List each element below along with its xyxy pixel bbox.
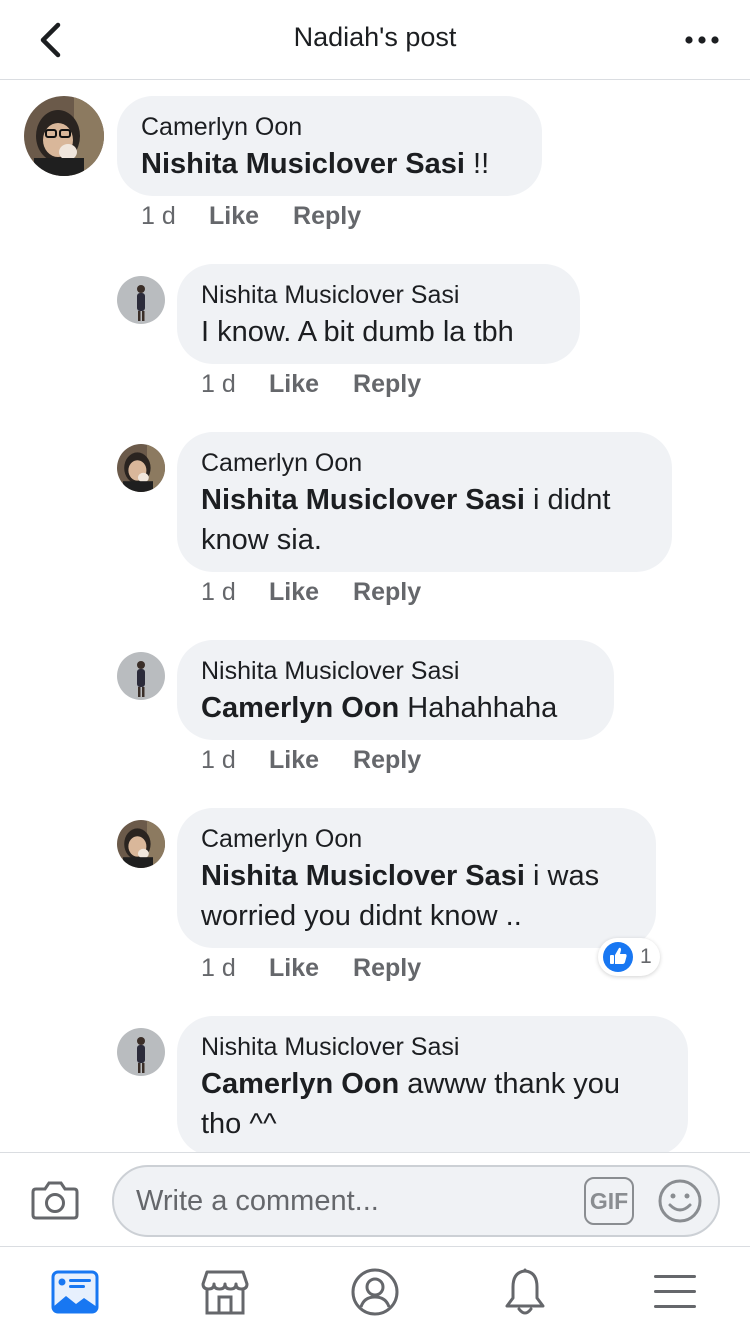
menu-icon xyxy=(654,1275,696,1308)
avatar[interactable] xyxy=(117,444,165,492)
standing-avatar-icon xyxy=(117,1028,165,1076)
avatar[interactable] xyxy=(117,820,165,868)
tab-news-feed[interactable] xyxy=(48,1265,102,1319)
comment-text: Nishita Musiclover Sasi i was worried yo… xyxy=(201,860,600,932)
like-button[interactable]: Like xyxy=(269,954,319,983)
tab-profile[interactable] xyxy=(348,1265,402,1319)
reply-button[interactable]: Reply xyxy=(353,746,421,775)
mention-link[interactable]: Nishita Musiclover Sasi xyxy=(141,148,465,180)
comment-bubble[interactable]: Camerlyn Oon Nishita Musiclover Sasi i w… xyxy=(177,808,656,948)
news-feed-icon xyxy=(51,1270,99,1314)
avatar[interactable] xyxy=(24,96,104,176)
comment-bubble[interactable]: Nishita Musiclover Sasi Camerlyn Oon Hah… xyxy=(177,640,614,740)
comment-time: 1 d xyxy=(201,578,236,606)
comment-bubble[interactable]: Nishita Musiclover Sasi I know. A bit du… xyxy=(177,264,580,364)
avatar[interactable] xyxy=(117,276,165,324)
bottom-tab-bar xyxy=(0,1246,750,1334)
comment-bubble[interactable]: Camerlyn Oon Nishita Musiclover Sasi !! xyxy=(117,96,542,196)
more-icon xyxy=(685,36,719,44)
girl-avatar-icon xyxy=(117,820,165,868)
comment-composer: GIF xyxy=(0,1152,750,1246)
mention-link[interactable]: Nishita Musiclover Sasi xyxy=(201,484,525,516)
thumbs-up-icon xyxy=(603,942,633,972)
comment-actions: 1 d Like Reply xyxy=(201,578,455,607)
top-bar: Nadiah's post xyxy=(0,0,750,80)
comment-author[interactable]: Camerlyn Oon xyxy=(201,822,632,856)
avatar[interactable] xyxy=(117,1028,165,1076)
comment-actions: 1 d Like Reply xyxy=(201,370,455,399)
comment-author[interactable]: Nishita Musiclover Sasi xyxy=(201,1030,664,1064)
comment-bubble[interactable]: Nishita Musiclover Sasi Camerlyn Oon aww… xyxy=(177,1016,688,1152)
comment-time: 1 d xyxy=(201,370,236,398)
tab-marketplace[interactable] xyxy=(198,1265,252,1319)
reply-button[interactable]: Reply xyxy=(353,954,421,983)
mention-link[interactable]: Camerlyn Oon xyxy=(201,692,399,724)
standing-avatar-icon xyxy=(117,276,165,324)
like-button[interactable]: Like xyxy=(269,370,319,399)
comment-actions: 1 d Like Reply xyxy=(201,954,455,983)
camera-button[interactable] xyxy=(30,1177,80,1223)
comment-text: Nishita Musiclover Sasi !! xyxy=(141,148,490,180)
reaction-badge[interactable]: 1 xyxy=(598,938,660,976)
standing-avatar-icon xyxy=(117,652,165,700)
comment-actions: 1 d Like Reply xyxy=(201,746,455,775)
comment-input[interactable] xyxy=(136,1179,576,1223)
like-button[interactable]: Like xyxy=(209,202,259,231)
comment-input-container: GIF xyxy=(112,1165,720,1237)
comment-actions: 1 d Like Reply xyxy=(141,202,395,231)
comment-time: 1 d xyxy=(201,746,236,774)
girl-avatar-icon xyxy=(24,96,104,176)
page-title: Nadiah's post xyxy=(293,22,457,52)
smiley-icon xyxy=(658,1179,702,1223)
notifications-icon xyxy=(505,1268,545,1315)
tab-menu[interactable] xyxy=(648,1265,702,1319)
tab-notifications[interactable] xyxy=(498,1265,552,1319)
comment-text: Nishita Musiclover Sasi i didnt know sia… xyxy=(201,484,611,556)
like-button[interactable]: Like xyxy=(269,746,319,775)
comment-bubble[interactable]: Camerlyn Oon Nishita Musiclover Sasi i d… xyxy=(177,432,672,572)
comment-text: Camerlyn Oon awww thank you tho ^^ xyxy=(201,1068,621,1140)
emoji-button[interactable] xyxy=(656,1177,704,1225)
like-button[interactable]: Like xyxy=(269,578,319,607)
mention-link[interactable]: Nishita Musiclover Sasi xyxy=(201,860,525,892)
girl-avatar-icon xyxy=(117,444,165,492)
comment-time: 1 d xyxy=(141,202,176,230)
marketplace-icon xyxy=(201,1270,249,1315)
mention-link[interactable]: Camerlyn Oon xyxy=(201,1068,399,1100)
gif-button[interactable]: GIF xyxy=(584,1177,634,1225)
avatar[interactable] xyxy=(117,652,165,700)
reply-button[interactable]: Reply xyxy=(353,578,421,607)
profile-icon xyxy=(351,1268,399,1316)
comment-text: I know. A bit dumb la tbh xyxy=(201,316,514,348)
reply-button[interactable]: Reply xyxy=(353,370,421,399)
more-options-button[interactable] xyxy=(682,22,722,58)
comment-time: 1 d xyxy=(201,954,236,982)
camera-icon xyxy=(31,1181,79,1220)
reaction-count: 1 xyxy=(640,945,652,968)
reply-button[interactable]: Reply xyxy=(293,202,361,231)
comment-list: Camerlyn Oon Nishita Musiclover Sasi !! … xyxy=(0,80,750,1152)
comment-author[interactable]: Camerlyn Oon xyxy=(201,446,648,480)
comment-author[interactable]: Camerlyn Oon xyxy=(141,110,518,144)
comment-author[interactable]: Nishita Musiclover Sasi xyxy=(201,654,590,688)
comment-text: Camerlyn Oon Hahahhaha xyxy=(201,692,558,724)
comment-author[interactable]: Nishita Musiclover Sasi xyxy=(201,278,556,312)
